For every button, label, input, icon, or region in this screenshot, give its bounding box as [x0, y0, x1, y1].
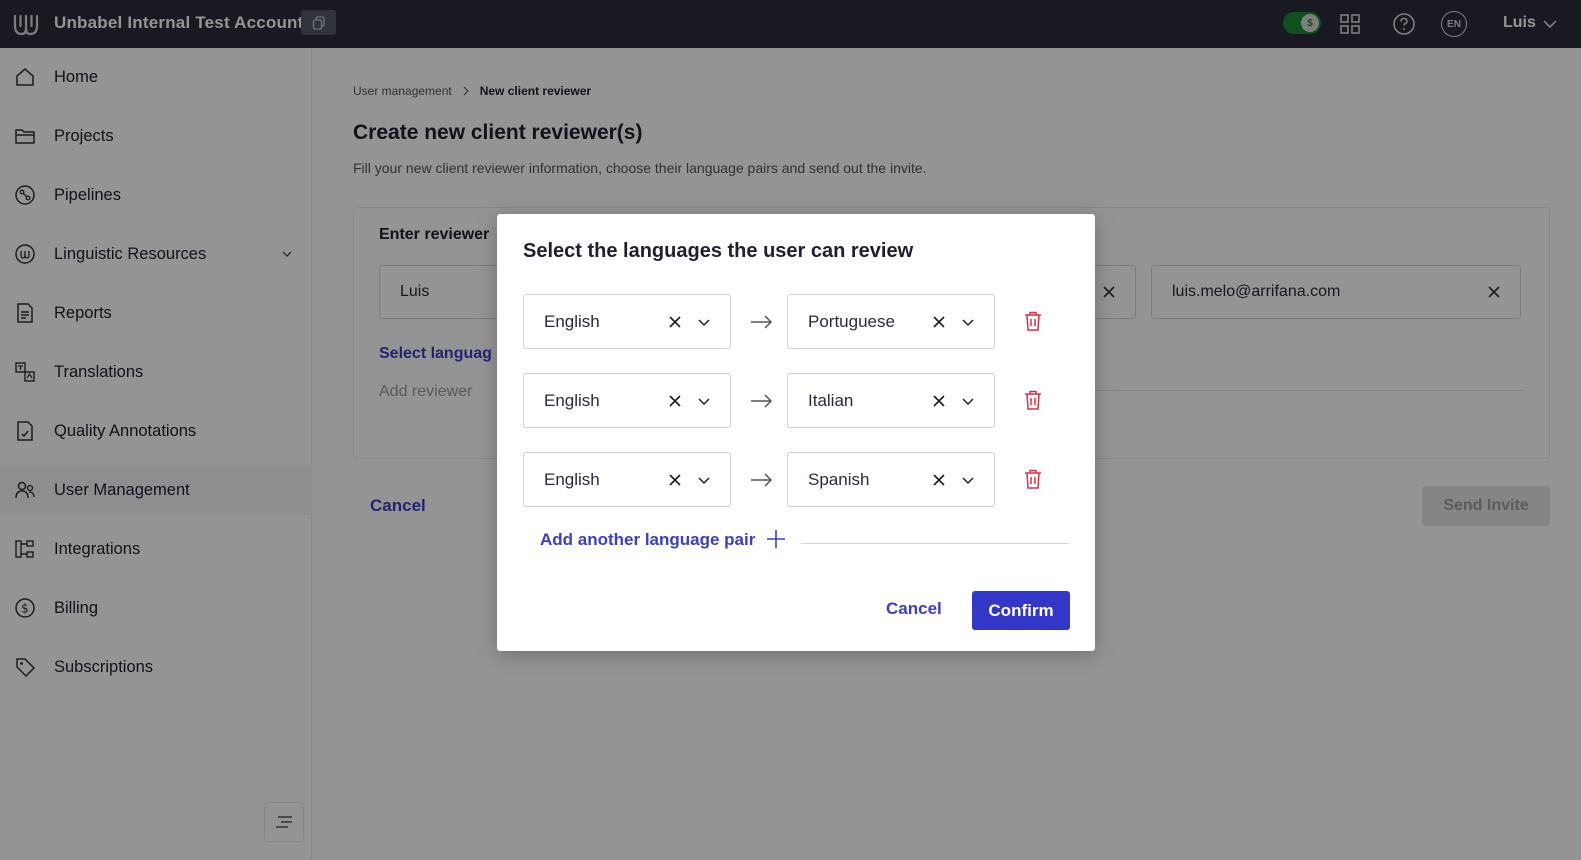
target-language-value: Portuguese: [808, 312, 895, 331]
arrow-right-icon: [751, 394, 773, 408]
source-language-value: English: [544, 470, 600, 489]
target-language-select[interactable]: Spanish: [787, 452, 995, 507]
trash-icon[interactable]: [1022, 389, 1044, 411]
confirm-button[interactable]: Confirm: [972, 591, 1070, 630]
target-language-value: Italian: [808, 391, 854, 410]
clear-icon[interactable]: [931, 472, 947, 488]
chevron-down-icon[interactable]: [961, 473, 975, 487]
source-language-value: English: [544, 391, 600, 410]
language-pairs-modal: Select the languages the user can review…: [497, 214, 1095, 651]
plus-icon[interactable]: [765, 528, 787, 550]
arrow-right-icon: [751, 473, 773, 487]
clear-icon[interactable]: [931, 314, 947, 330]
trash-icon[interactable]: [1022, 468, 1044, 490]
chevron-down-icon[interactable]: [697, 315, 711, 329]
source-language-select[interactable]: English: [523, 452, 731, 507]
target-language-value: Spanish: [808, 470, 870, 489]
chevron-down-icon[interactable]: [697, 394, 711, 408]
source-language-value: English: [544, 312, 600, 331]
modal-cancel-button[interactable]: Cancel: [886, 599, 942, 619]
chevron-down-icon[interactable]: [961, 315, 975, 329]
language-pair-row: English Italian: [523, 373, 1083, 429]
modal-title: Select the languages the user can review: [523, 240, 914, 262]
source-language-select[interactable]: English: [523, 373, 731, 428]
language-pair-row: English Spanish: [523, 452, 1083, 508]
source-language-select[interactable]: English: [523, 294, 731, 349]
target-language-select[interactable]: Italian: [787, 373, 995, 428]
divider-line: [801, 543, 1069, 544]
clear-icon[interactable]: [931, 393, 947, 409]
clear-icon[interactable]: [667, 393, 683, 409]
target-language-select[interactable]: Portuguese: [787, 294, 995, 349]
arrow-right-icon: [751, 315, 773, 329]
trash-icon[interactable]: [1022, 310, 1044, 332]
add-language-pair-button[interactable]: Add another language pair: [540, 530, 755, 550]
chevron-down-icon[interactable]: [697, 473, 711, 487]
language-pair-row: English Portuguese: [523, 294, 1083, 350]
chevron-down-icon[interactable]: [961, 394, 975, 408]
clear-icon[interactable]: [667, 314, 683, 330]
clear-icon[interactable]: [667, 472, 683, 488]
